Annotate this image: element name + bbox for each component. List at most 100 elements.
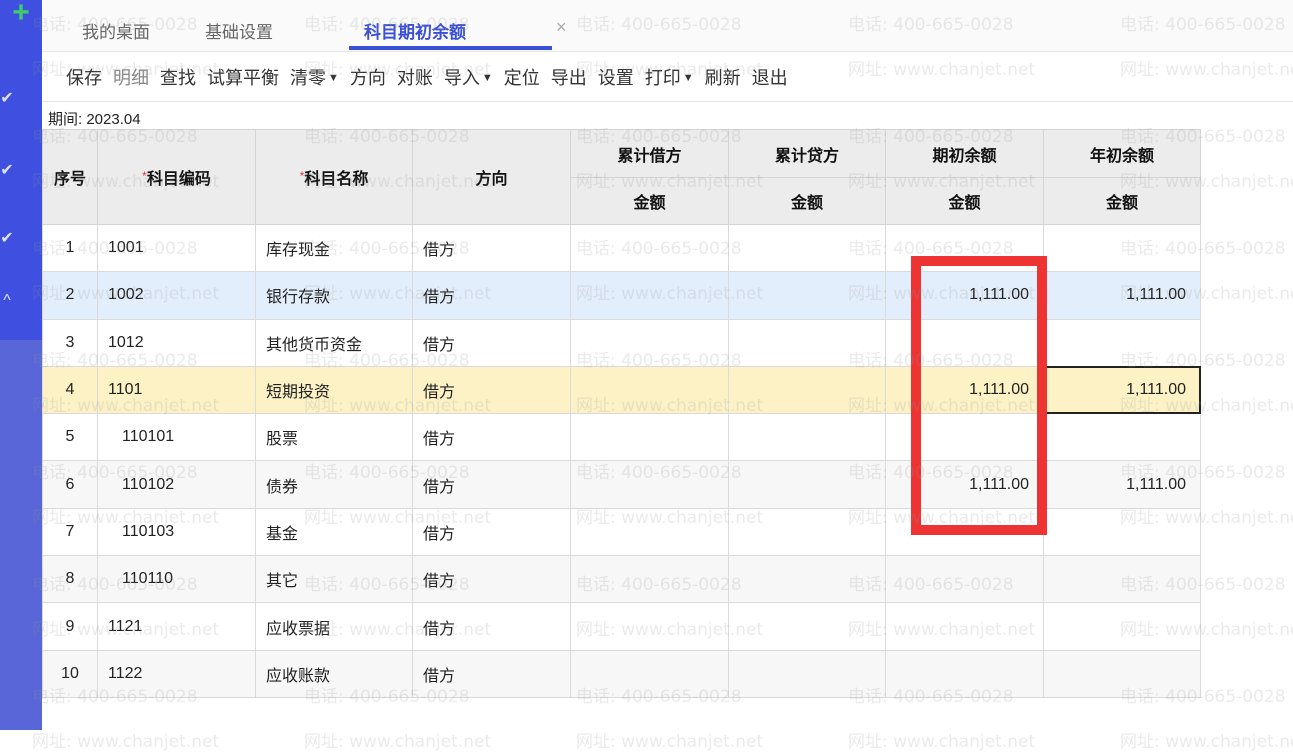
header-name[interactable]: *科目名称 — [255, 129, 413, 225]
cell-debit[interactable] — [570, 507, 729, 557]
cell-code[interactable]: 1121 — [97, 602, 256, 651]
cell-dir[interactable]: 借方 — [412, 649, 571, 698]
cell-opening[interactable] — [885, 223, 1044, 273]
cell-credit[interactable] — [728, 460, 886, 509]
cell-opening[interactable]: 1,111.00 — [885, 460, 1044, 509]
toolbar-button[interactable]: 刷新 — [705, 64, 741, 90]
toolbar-button[interactable]: 打印 ▼ — [645, 64, 694, 90]
cell-code[interactable]: 110103 — [97, 507, 256, 557]
cell-name[interactable]: 应收票据 — [255, 602, 413, 651]
toolbar-button[interactable]: 对账 — [397, 64, 433, 90]
cell-code[interactable]: 1002 — [97, 271, 256, 320]
cell-credit[interactable] — [728, 602, 886, 651]
table-row[interactable]: 7 110103 基金 借方 — [42, 507, 1201, 557]
cell-opening[interactable]: 1,111.00 — [885, 271, 1044, 320]
table-row[interactable]: 8 110110 其它 借方 — [42, 555, 1201, 604]
cell-debit[interactable] — [570, 649, 729, 698]
cell-credit[interactable] — [728, 555, 886, 604]
cell-name[interactable]: 短期投资 — [255, 365, 413, 415]
cell-code[interactable]: 1122 — [97, 649, 256, 698]
header-direction[interactable]: 方向 — [412, 129, 571, 225]
cell-year[interactable]: 1,111.00 — [1043, 460, 1201, 509]
table-row[interactable]: 6 110102 债券 借方 1,111.00 1,111.00 — [42, 460, 1201, 509]
table-row[interactable]: 1 1001 库存现金 借方 — [42, 223, 1201, 273]
cell-dir[interactable]: 借方 — [412, 555, 571, 604]
cell-opening[interactable] — [885, 413, 1044, 462]
cell-credit[interactable] — [728, 507, 886, 557]
cell-dir[interactable]: 借方 — [412, 271, 571, 320]
cell-credit[interactable] — [728, 365, 886, 415]
toolbar-button[interactable]: 导出 — [551, 64, 587, 90]
table-row[interactable]: 3 1012 其他货币资金 借方 — [42, 318, 1201, 367]
cell-credit[interactable] — [728, 318, 886, 367]
cell-dir[interactable]: 借方 — [412, 318, 571, 367]
cell-code[interactable]: 110110 — [97, 555, 256, 604]
toolbar-button[interactable]: 明细 — [113, 64, 149, 90]
cell-debit[interactable] — [570, 555, 729, 604]
cell-name[interactable]: 库存现金 — [255, 223, 413, 273]
cell-opening[interactable] — [885, 318, 1044, 367]
cell-dir[interactable]: 借方 — [412, 223, 571, 273]
cell-year[interactable] — [1043, 555, 1201, 604]
table-row[interactable]: 2 1002 银行存款 借方 1,111.00 1,111.00 — [42, 271, 1201, 320]
cell-name[interactable]: 其他货币资金 — [255, 318, 413, 367]
cell-credit[interactable] — [728, 413, 886, 462]
cell-opening[interactable] — [885, 602, 1044, 651]
cell-debit[interactable] — [570, 602, 729, 651]
cell-opening[interactable] — [885, 649, 1044, 698]
cell-credit[interactable] — [728, 649, 886, 698]
cell-debit[interactable] — [570, 365, 729, 415]
tab-my-desktop[interactable]: 我的桌面 — [82, 18, 150, 43]
table-row[interactable]: 10 1122 应收账款 借方 — [42, 649, 1201, 698]
cell-year[interactable] — [1043, 649, 1201, 698]
close-icon[interactable]: × — [556, 17, 567, 38]
cell-code[interactable]: 110102 — [97, 460, 256, 509]
toolbar-button[interactable]: 导入 ▼ — [444, 64, 493, 90]
cell-debit[interactable] — [570, 318, 729, 367]
check-icon[interactable]: ✔ — [0, 160, 28, 180]
cell-year[interactable] — [1043, 223, 1201, 273]
cell-credit[interactable] — [728, 271, 886, 320]
plus-icon[interactable]: + — [6, 0, 36, 30]
check-icon[interactable]: ✔ — [0, 88, 28, 108]
cell-year[interactable]: 1,111.00 — [1043, 365, 1201, 415]
cell-name[interactable]: 债券 — [255, 460, 413, 509]
cell-debit[interactable] — [570, 413, 729, 462]
cell-dir[interactable]: 借方 — [412, 460, 571, 509]
cell-name[interactable]: 基金 — [255, 507, 413, 557]
tab-basic-settings[interactable]: 基础设置 — [205, 18, 273, 43]
check-icon[interactable]: ✔ — [0, 228, 28, 248]
cell-debit[interactable] — [570, 223, 729, 273]
cell-name[interactable]: 其它 — [255, 555, 413, 604]
table-row[interactable]: 9 1121 应收票据 借方 — [42, 602, 1201, 651]
toolbar-button[interactable]: 定位 — [504, 64, 540, 90]
cell-dir[interactable]: 借方 — [412, 507, 571, 557]
cell-name[interactable]: 股票 — [255, 413, 413, 462]
cell-year[interactable] — [1043, 413, 1201, 462]
cell-name[interactable]: 应收账款 — [255, 649, 413, 698]
cell-dir[interactable]: 借方 — [412, 413, 571, 462]
cell-year[interactable] — [1043, 602, 1201, 651]
cell-opening[interactable] — [885, 507, 1044, 557]
toolbar-button[interactable]: 退出 — [752, 64, 788, 90]
cell-name[interactable]: 银行存款 — [255, 271, 413, 320]
header-code[interactable]: *科目编码 — [97, 129, 256, 225]
cell-year[interactable] — [1043, 507, 1201, 557]
toolbar-button[interactable]: 清零 ▼ — [290, 64, 339, 90]
cell-code[interactable]: 1012 — [97, 318, 256, 367]
toolbar-button[interactable]: 保存 — [66, 64, 102, 90]
cell-year[interactable] — [1043, 318, 1201, 367]
cell-credit[interactable] — [728, 223, 886, 273]
cell-debit[interactable] — [570, 271, 729, 320]
caret-up-icon[interactable]: ^ — [0, 292, 28, 310]
cell-code[interactable]: 1101 — [97, 365, 256, 415]
toolbar-button[interactable]: 方向 — [350, 64, 386, 90]
cell-dir[interactable]: 借方 — [412, 602, 571, 651]
cell-dir[interactable]: 借方 — [412, 365, 571, 415]
table-row[interactable]: 4 1101 短期投资 借方 1,111.00 1,111.00 — [42, 365, 1201, 415]
cell-debit[interactable] — [570, 460, 729, 509]
table-row[interactable]: 5 110101 股票 借方 — [42, 413, 1201, 462]
cell-opening[interactable]: 1,111.00 — [885, 365, 1044, 415]
toolbar-button[interactable]: 设置 — [598, 64, 634, 90]
cell-year[interactable]: 1,111.00 — [1043, 271, 1201, 320]
